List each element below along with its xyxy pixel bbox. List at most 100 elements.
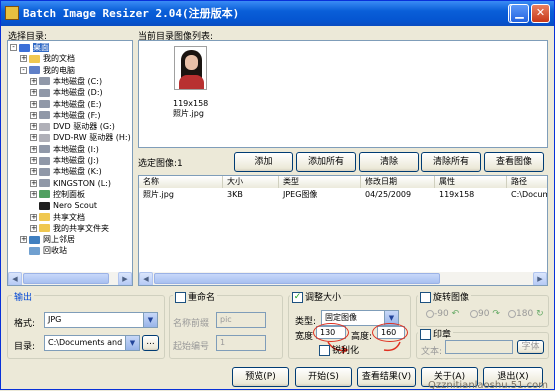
close-button[interactable]: ✕ <box>531 4 550 23</box>
expand-icon[interactable]: + <box>30 213 37 221</box>
prefix-label: 名称前缀 <box>173 319 210 329</box>
table-cell[interactable]: C:\Documents <box>507 189 547 200</box>
expand-icon[interactable]: + <box>20 55 27 63</box>
scroll-left-icon[interactable]: ◀ <box>8 272 22 285</box>
column-header[interactable]: 类型 <box>279 176 361 188</box>
thumbnail-photo[interactable] <box>174 46 207 90</box>
thumbnail-name: 照片.jpg <box>173 109 204 118</box>
tree-item[interactable]: + 本地磁盘 (K:) <box>30 166 102 177</box>
view-image-button[interactable]: 查看图像 <box>484 152 544 172</box>
table-cell[interactable]: 3KB <box>223 189 243 200</box>
stamp-checkbox[interactable]: 印章 <box>418 327 454 340</box>
column-header[interactable]: 属性 <box>435 176 507 188</box>
scroll-right-icon[interactable]: ▶ <box>118 272 132 285</box>
directory-tree[interactable]: - 桌面 + 我的文档 - 我的电脑 + 本地磁盘 (C:) + 本地磁盘 (D:) + 本地磁盘 (… <box>7 40 133 286</box>
tree-item[interactable]: - 桌面 <box>10 42 49 53</box>
tree-item[interactable]: + 控制面板 <box>30 189 85 200</box>
column-header[interactable]: 名称 <box>139 176 223 188</box>
resize-checkbox[interactable]: ✓ 调整大小 <box>290 290 344 303</box>
chevron-down-icon[interactable]: ▼ <box>125 336 139 350</box>
rotate-option-90[interactable]: 90 ↷ <box>470 309 500 319</box>
preview-button[interactable]: 预览(P) <box>232 367 289 387</box>
column-header[interactable]: 路径 <box>507 176 547 188</box>
tree-item[interactable]: + 本地磁盘 (D:) <box>30 87 103 98</box>
checkbox-icon[interactable] <box>420 292 431 303</box>
scroll-left-icon[interactable]: ◀ <box>139 272 153 285</box>
stamp-text-input[interactable] <box>445 340 513 354</box>
format-select[interactable]: JPG ▼ <box>44 312 158 328</box>
selected-images-table[interactable]: 名称 大小 类型 修改日期 属性 路径 照片.jpg 3KB JPEG图像 04/25/2009… <box>138 175 548 286</box>
font-button[interactable]: 字体 <box>517 340 544 354</box>
image-preview-panel[interactable]: 119x158 照片.jpg <box>138 40 548 148</box>
expand-icon[interactable]: + <box>30 145 37 153</box>
tree-item[interactable]: + 本地磁盘 (C:) <box>30 76 102 87</box>
column-header[interactable]: 大小 <box>223 176 279 188</box>
scroll-right-icon[interactable]: ▶ <box>533 272 547 285</box>
expand-icon[interactable]: + <box>30 190 37 198</box>
expand-icon[interactable]: + <box>20 236 27 244</box>
rotate-option-neg90[interactable]: -90 ↶ <box>426 309 459 319</box>
column-header[interactable]: 修改日期 <box>361 176 435 188</box>
tree-item[interactable]: + 网上邻居 <box>20 234 75 245</box>
tree-item[interactable]: + DVD 驱动器 (G:) <box>30 121 115 132</box>
expand-icon[interactable]: + <box>30 100 37 108</box>
expand-icon[interactable]: + <box>30 224 37 232</box>
tree-item[interactable]: Nero Scout <box>30 200 97 211</box>
table-cell[interactable]: 119x158 <box>435 189 474 200</box>
prefix-input[interactable]: pic <box>216 312 266 328</box>
checkbox-icon[interactable] <box>175 292 186 303</box>
tree-item[interactable]: + 本地磁盘 (E:) <box>30 99 102 110</box>
scroll-thumb[interactable] <box>23 273 109 284</box>
tree-item[interactable]: + 我的文档 <box>20 53 75 64</box>
collapse-icon[interactable]: - <box>20 66 27 74</box>
clear-all-button[interactable]: 清除所有 <box>421 152 481 172</box>
expand-icon[interactable]: + <box>30 77 37 85</box>
view-result-button[interactable]: 查看结果(V) <box>357 367 416 387</box>
tree-item[interactable]: + DVD-RW 驱动器 (H:) <box>30 132 131 143</box>
rotate-option-180[interactable]: 180 ↻ <box>508 309 544 319</box>
directory-select[interactable]: C:\Documents and S ▼ <box>44 335 140 351</box>
network-icon <box>29 235 40 244</box>
table-cell[interactable]: 照片.jpg <box>139 189 174 200</box>
checkbox-icon[interactable] <box>319 345 330 356</box>
start-number-input[interactable]: 1 <box>216 335 266 351</box>
rename-checkbox[interactable]: 重命名 <box>173 290 218 303</box>
expand-icon[interactable]: + <box>30 111 37 119</box>
tree-item[interactable]: + 本地磁盘 (F:) <box>30 110 100 121</box>
checkbox-icon[interactable] <box>420 329 431 340</box>
tree-item[interactable]: + 共享文档 <box>30 212 85 223</box>
tree-item[interactable]: + 本地磁盘 (I:) <box>30 144 99 155</box>
table-hscrollbar[interactable]: ◀ ▶ <box>139 272 547 285</box>
tree-item[interactable]: + 本地磁盘 (J:) <box>30 155 99 166</box>
expand-icon[interactable]: + <box>30 134 37 142</box>
start-number-label: 起始编号 <box>173 342 210 352</box>
expand-icon[interactable]: + <box>30 179 37 187</box>
tree-hscrollbar[interactable]: ◀ ▶ <box>8 272 132 285</box>
expand-icon[interactable]: + <box>30 123 37 131</box>
app-icon <box>5 6 19 20</box>
expand-icon[interactable]: + <box>30 89 37 97</box>
expand-icon[interactable]: + <box>30 168 37 176</box>
expand-icon[interactable]: + <box>30 157 37 164</box>
add-button[interactable]: 添加 <box>234 152 293 172</box>
tree-item[interactable]: + 我的共享文件夹 <box>30 223 109 234</box>
browse-button[interactable]: ... <box>142 335 159 351</box>
rotate-checkbox[interactable]: 旋转图像 <box>418 290 472 303</box>
clear-button[interactable]: 清除 <box>359 152 419 172</box>
check-icon[interactable]: ✓ <box>292 292 303 303</box>
drive-icon <box>39 145 50 154</box>
table-cell[interactable]: 04/25/2009 <box>361 189 411 200</box>
tree-item[interactable]: - 我的电脑 <box>20 65 75 76</box>
chevron-down-icon[interactable]: ▼ <box>143 313 157 327</box>
scroll-thumb[interactable] <box>154 273 440 284</box>
tree-item[interactable]: + KINGSTON (L:) <box>30 178 111 189</box>
minimize-button[interactable]: ▁ <box>510 4 529 23</box>
add-all-button[interactable]: 添加所有 <box>296 152 356 172</box>
table-cell[interactable]: JPEG图像 <box>279 189 317 200</box>
title-bar[interactable]: Batch Image Resizer 2.04(注册版本) _ <box>1 1 554 26</box>
drive-icon <box>39 179 50 188</box>
tree-item[interactable]: 回收站 <box>20 245 67 256</box>
sharpen-checkbox[interactable]: 锐利化 <box>319 343 359 356</box>
collapse-icon[interactable]: - <box>10 44 17 51</box>
start-button[interactable]: 开始(S) <box>295 367 352 387</box>
